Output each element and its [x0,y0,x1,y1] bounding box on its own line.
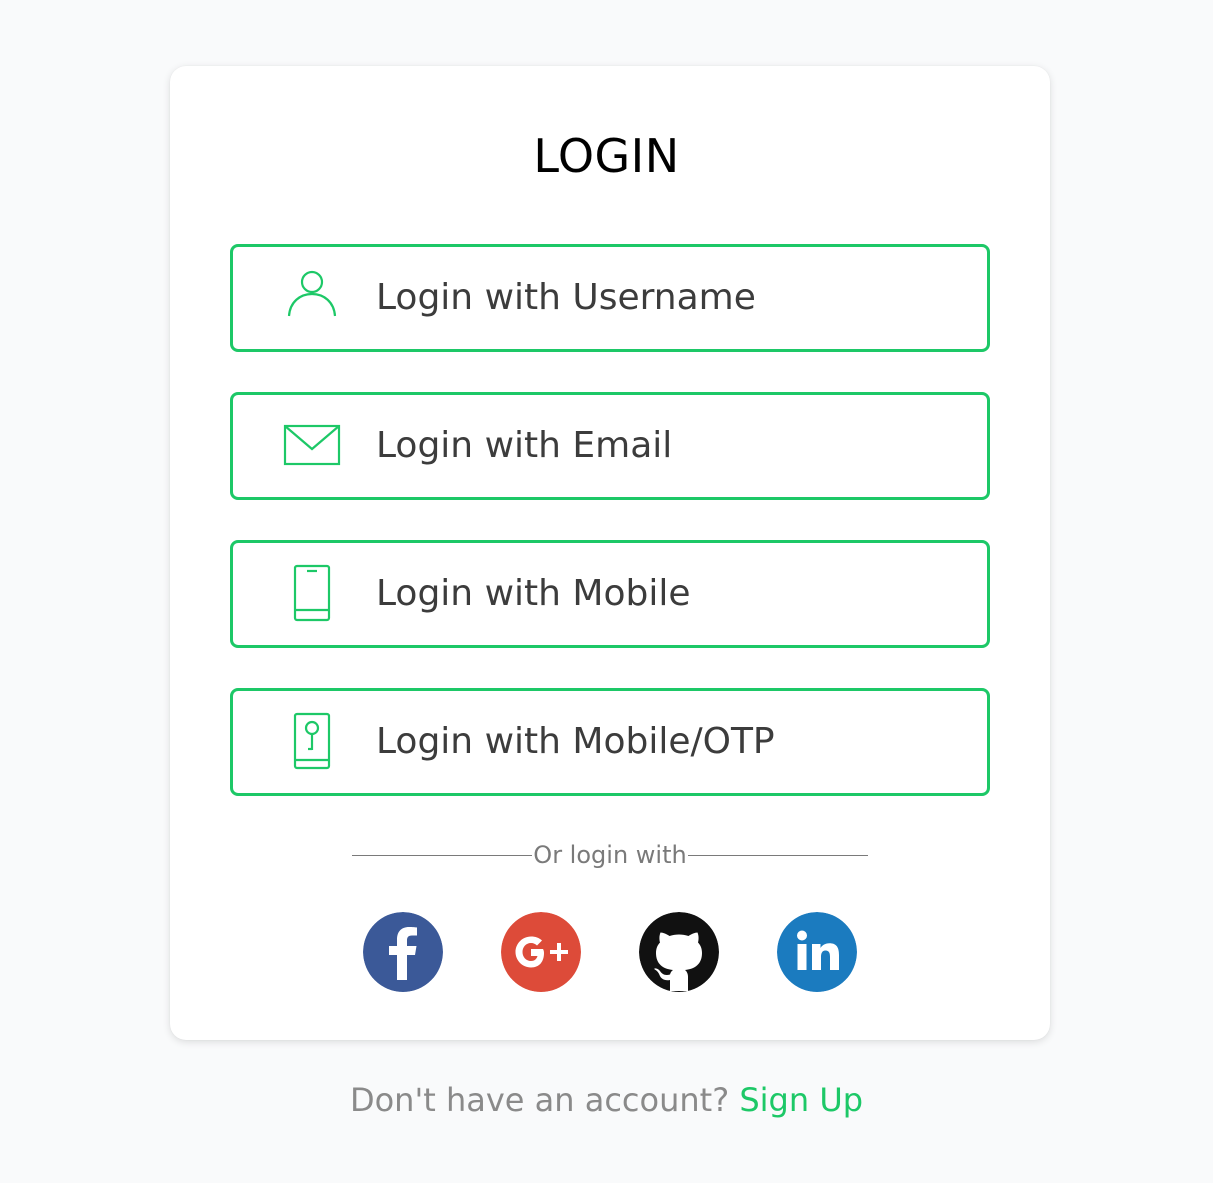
github-login-button[interactable] [639,912,719,992]
login-email-button[interactable]: Login with Email [230,392,990,500]
signup-prompt: Don't have an account? Sign Up [0,1078,1213,1122]
envelope-icon [280,416,344,476]
social-login-row [363,912,857,992]
github-icon [639,912,719,992]
login-username-button[interactable]: Login with Username [230,244,990,352]
signup-link[interactable]: Sign Up [739,1081,863,1119]
mobile-key-icon [280,712,344,772]
google-plus-icon [501,912,581,992]
signup-question: Don't have an account? [349,1081,730,1119]
facebook-icon [363,912,443,992]
login-username-label: Login with Username [376,277,756,318]
divider-line-left [352,854,533,856]
login-mobile-button[interactable]: Login with Mobile [230,540,990,648]
linkedin-icon [777,912,857,992]
page-title: LOGIN [533,129,680,183]
divider-text: Or login with [533,841,687,869]
login-mobile-label: Login with Mobile [376,573,691,614]
mobile-phone-icon [280,564,344,624]
login-mobile-otp-label: Login with Mobile/OTP [376,721,775,762]
login-mobile-otp-button[interactable]: Login with Mobile/OTP [230,688,990,796]
login-email-label: Login with Email [376,425,673,466]
divider-line-right [687,854,868,856]
or-login-with-divider: Or login with [352,838,868,872]
linkedin-login-button[interactable] [777,912,857,992]
facebook-login-button[interactable] [363,912,443,992]
google-plus-login-button[interactable] [501,912,581,992]
user-icon [280,268,344,328]
